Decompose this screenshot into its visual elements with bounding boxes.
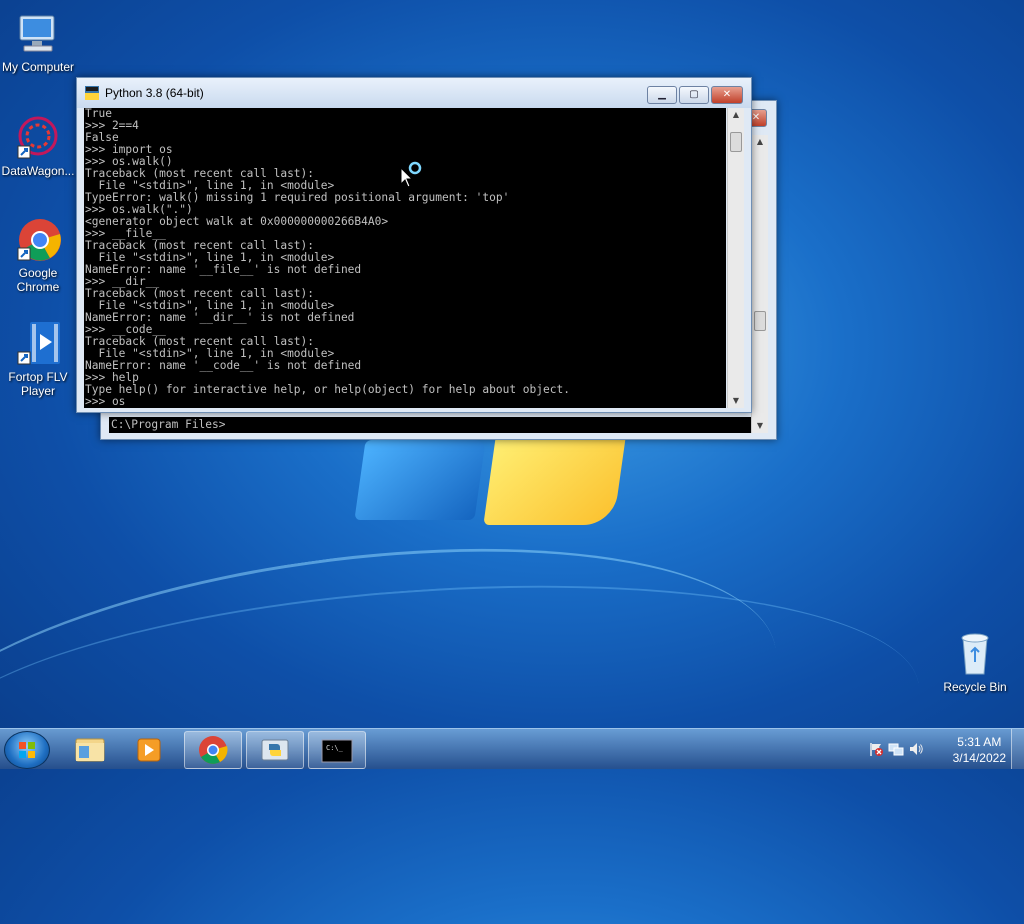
desktop-icon-label: Fortop FLV Player xyxy=(8,370,68,398)
console-line: >>> 2==4 xyxy=(85,119,139,132)
python-window[interactable]: Python 3.8 (64-bit) ▁ ▢ ✕ True >>> 2==4 Fa… xyxy=(76,77,752,413)
console-line: >>> os xyxy=(85,395,126,408)
maximize-button[interactable]: ▢ xyxy=(679,86,709,104)
taskbar-cmd-button[interactable]: C:\_ xyxy=(308,731,366,769)
chrome-icon xyxy=(14,216,62,264)
console-line: Type help() for interactive help, or hel… xyxy=(85,383,570,396)
clock-date: 3/14/2022 xyxy=(952,751,1006,765)
scroll-up-arrow[interactable]: ▲ xyxy=(728,108,744,122)
desktop-icon-fortop-flv-player[interactable]: Fortop FLV Player xyxy=(0,320,76,398)
console-line: <generator object walk at 0x000000000266… xyxy=(85,215,389,228)
computer-icon xyxy=(14,10,62,58)
taskbar-media-player-button[interactable] xyxy=(122,731,178,767)
flv-player-icon xyxy=(14,320,62,368)
python-icon xyxy=(261,739,289,761)
desktop-icon-label: Recycle Bin xyxy=(943,680,1007,694)
start-button[interactable] xyxy=(4,731,50,769)
taskbar-explorer-button[interactable] xyxy=(62,731,118,767)
scroll-up-arrow[interactable]: ▲ xyxy=(752,135,768,149)
scroll-down-arrow[interactable]: ▼ xyxy=(728,394,744,408)
desktop-icon-label: DataWagon... xyxy=(1,164,75,178)
desktop-icon-datawagon[interactable]: DataWagon... xyxy=(0,114,76,178)
window-title: Python 3.8 (64-bit) xyxy=(105,86,204,100)
console-line: NameError: name '__code__' is not define… xyxy=(85,359,362,372)
chrome-icon xyxy=(199,736,228,764)
minimize-button[interactable]: ▁ xyxy=(647,86,677,104)
console-line: >>> import os xyxy=(85,143,173,156)
action-center-flag-icon[interactable] xyxy=(868,741,884,757)
close-button[interactable]: ✕ xyxy=(711,86,743,104)
cmd-prompt: C:\Program Files> xyxy=(111,418,226,431)
python-titlebar[interactable]: Python 3.8 (64-bit) ▁ ▢ ✕ xyxy=(77,78,751,108)
show-desktop-button[interactable] xyxy=(1011,729,1024,769)
busy-cursor-icon xyxy=(400,161,422,188)
taskbar: C:\_ 5:31 AM 3/14/2022 xyxy=(0,728,1024,769)
python-console[interactable]: True >>> 2==4 False >>> import os >>> os.wal… xyxy=(84,108,726,408)
windows-logo-icon xyxy=(19,742,35,758)
console-line: False xyxy=(85,131,119,144)
taskbar-python-button[interactable] xyxy=(246,731,304,769)
cmd-icon-label: C:\_ xyxy=(326,744,343,752)
system-tray: 5:31 AM 3/14/2022 xyxy=(854,729,1024,769)
console-line: NameError: name '__file__' is not define… xyxy=(85,263,362,276)
desktop-icon-label: My Computer xyxy=(1,60,75,74)
taskbar-chrome-button[interactable] xyxy=(184,731,242,769)
media-player-icon xyxy=(137,738,161,762)
recycle-bin-icon xyxy=(951,630,999,678)
scroll-thumb[interactable] xyxy=(754,311,766,331)
console-line: NameError: name '__dir__' is not defined xyxy=(85,311,355,324)
scroll-thumb[interactable] xyxy=(730,132,742,152)
scroll-down-arrow[interactable]: ▼ xyxy=(752,419,768,433)
clock[interactable]: 5:31 AM 3/14/2022 xyxy=(953,734,1006,766)
desktop-icon-google-chrome[interactable]: Google Chrome xyxy=(0,216,76,294)
desktop-icon-recycle-bin[interactable]: Recycle Bin xyxy=(937,630,1013,694)
clock-time: 5:31 AM xyxy=(957,735,1002,749)
desktop-icon-label: Google Chrome xyxy=(16,266,60,294)
cmd-scrollbar[interactable]: ▲ ▼ xyxy=(751,135,768,433)
windows-logo-wallpaper xyxy=(354,430,630,540)
desktop-icon-my-computer[interactable]: My Computer xyxy=(0,10,76,74)
folder-icon xyxy=(75,738,105,762)
cmd-console[interactable]: C:\Program Files> xyxy=(109,417,751,433)
network-icon[interactable] xyxy=(888,741,904,757)
datawagon-icon xyxy=(14,114,62,162)
python-icon xyxy=(85,86,99,100)
python-scrollbar[interactable]: ▲ ▼ xyxy=(727,108,744,408)
volume-icon[interactable] xyxy=(908,741,924,757)
console-line: True xyxy=(85,108,112,120)
